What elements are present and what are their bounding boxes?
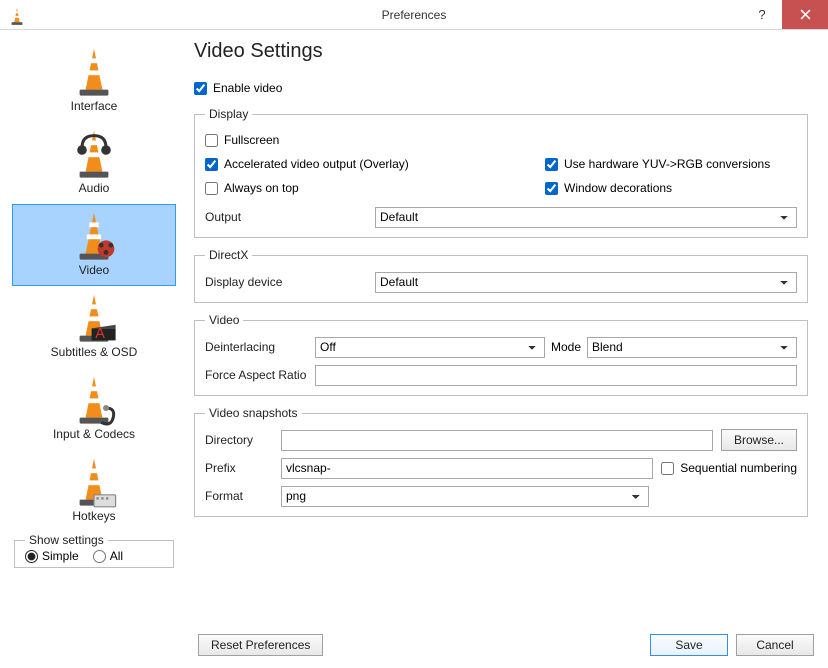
display-group: Display Fullscreen Accelerated video out… xyxy=(194,107,808,238)
cone-headphones-icon xyxy=(70,131,118,179)
sidebar-item-label: Input & Codecs xyxy=(53,427,135,441)
sidebar-item-label: Hotkeys xyxy=(72,509,115,523)
display-device-label: Display device xyxy=(205,275,375,289)
window-title: Preferences xyxy=(382,8,447,22)
cone-keyboard-icon xyxy=(70,459,118,507)
directory-label: Directory xyxy=(205,433,281,447)
display-device-select[interactable]: Default xyxy=(375,272,797,293)
window-decorations-checkbox[interactable] xyxy=(545,182,558,195)
reset-button[interactable]: Reset Preferences xyxy=(198,634,323,656)
title-bar: Preferences ? xyxy=(0,0,828,30)
fullscreen-checkbox[interactable] xyxy=(205,134,218,147)
page-title: Video Settings xyxy=(194,40,808,63)
cone-clapboard-icon: A xyxy=(70,295,118,343)
browse-button[interactable]: Browse... xyxy=(721,429,797,451)
button-bar: Reset Preferences Save Cancel xyxy=(0,622,828,660)
close-button[interactable] xyxy=(782,0,828,29)
accelerated-label: Accelerated video output (Overlay) xyxy=(224,157,409,171)
format-select[interactable]: png xyxy=(281,486,649,507)
hw-yuv-label: Use hardware YUV->RGB conversions xyxy=(564,157,770,171)
enable-video-label: Enable video xyxy=(213,81,282,95)
deinterlacing-label: Deinterlacing xyxy=(205,340,315,354)
aspect-ratio-label: Force Aspect Ratio xyxy=(205,368,315,382)
prefix-label: Prefix xyxy=(205,461,281,475)
always-on-top-checkbox[interactable] xyxy=(205,182,218,195)
window-decorations-label: Window decorations xyxy=(564,181,672,195)
video-group: Video Deinterlacing Off Mode Blend Force… xyxy=(194,313,808,396)
enable-video-checkbox[interactable] xyxy=(194,82,207,95)
hw-yuv-checkbox[interactable] xyxy=(545,158,558,171)
directx-legend: DirectX xyxy=(205,248,252,262)
cancel-button[interactable]: Cancel xyxy=(736,634,814,656)
sequential-label: Sequential numbering xyxy=(680,461,797,475)
sidebar-item-label: Audio xyxy=(79,181,110,195)
show-settings-legend: Show settings xyxy=(25,533,108,547)
sidebar-item-hotkeys[interactable]: Hotkeys xyxy=(12,450,176,532)
radio-simple[interactable]: Simple xyxy=(25,549,79,563)
sidebar-item-video[interactable]: Video xyxy=(12,204,176,286)
always-on-top-label: Always on top xyxy=(224,181,299,195)
sidebar-item-label: Subtitles & OSD xyxy=(51,345,138,359)
display-legend: Display xyxy=(205,107,252,121)
settings-panel: Video Settings Enable video Display Full… xyxy=(176,40,816,622)
sidebar-item-input-codecs[interactable]: Input & Codecs xyxy=(12,368,176,450)
output-select[interactable]: Default xyxy=(375,207,797,228)
cone-icon xyxy=(70,49,118,97)
video-legend: Video xyxy=(205,313,243,327)
directx-group: DirectX Display device Default xyxy=(194,248,808,303)
format-label: Format xyxy=(205,489,281,503)
radio-all[interactable]: All xyxy=(93,549,123,563)
sequential-checkbox[interactable] xyxy=(661,462,674,475)
mode-label: Mode xyxy=(545,340,587,354)
snapshots-legend: Video snapshots xyxy=(205,406,302,420)
sidebar-item-label: Interface xyxy=(71,99,118,113)
snapshots-group: Video snapshots Directory Browse... Pref… xyxy=(194,406,808,517)
output-label: Output xyxy=(205,210,375,224)
show-settings-group: Show settings Simple All xyxy=(14,540,174,568)
fullscreen-label: Fullscreen xyxy=(224,133,279,147)
sidebar-item-audio[interactable]: Audio xyxy=(12,122,176,204)
accelerated-checkbox[interactable] xyxy=(205,158,218,171)
deinterlacing-select[interactable]: Off xyxy=(315,337,545,358)
mode-select[interactable]: Blend xyxy=(587,337,797,358)
sidebar-item-label: Video xyxy=(79,263,109,277)
sidebar-item-interface[interactable]: Interface xyxy=(12,40,176,122)
app-icon xyxy=(8,6,26,24)
cone-film-icon xyxy=(70,213,118,261)
help-button[interactable]: ? xyxy=(742,0,782,29)
aspect-ratio-input[interactable] xyxy=(315,365,797,386)
sidebar-item-subtitles[interactable]: A Subtitles & OSD xyxy=(12,286,176,368)
save-button[interactable]: Save xyxy=(650,634,728,656)
svg-text:A: A xyxy=(95,326,105,342)
prefix-input[interactable] xyxy=(281,458,653,479)
close-icon xyxy=(800,9,811,20)
directory-input[interactable] xyxy=(281,430,713,451)
cone-cable-icon xyxy=(70,377,118,425)
category-sidebar: Interface Audio Video A Subtitles & OSD … xyxy=(12,40,176,622)
